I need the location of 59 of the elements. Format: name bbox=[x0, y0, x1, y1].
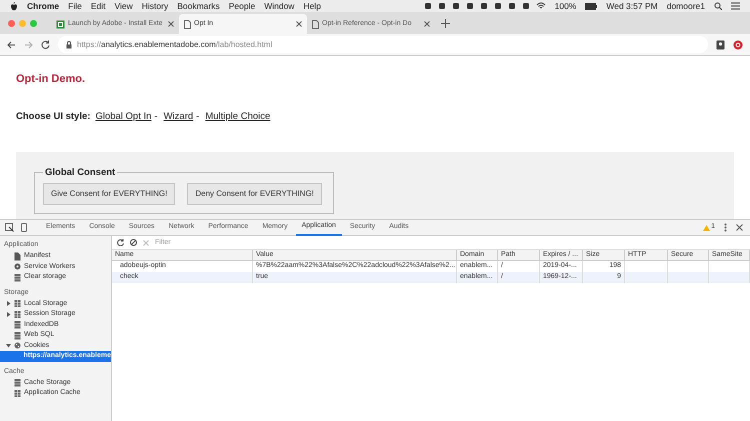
address-field[interactable]: https://analytics.enablementadobe.com/lab/hosted.html bbox=[58, 36, 708, 53]
wifi-icon bbox=[536, 2, 546, 10]
delete-icon bbox=[143, 240, 149, 246]
reload-icon bbox=[41, 40, 50, 49]
close-icon bbox=[168, 21, 174, 27]
forward-arrow-icon bbox=[24, 40, 33, 48]
gear-icon bbox=[14, 262, 21, 272]
close-icon bbox=[424, 21, 430, 27]
clock: Wed 3:57 PM bbox=[606, 0, 658, 12]
table-icon bbox=[14, 388, 21, 398]
consent-button[interactable]: Deny Consent for EVERYTHING! bbox=[187, 183, 322, 205]
warning-icon bbox=[703, 224, 710, 230]
inspect-icon bbox=[5, 223, 14, 232]
ui-style-link[interactable]: Global Opt In bbox=[95, 110, 152, 124]
database-icon bbox=[14, 272, 21, 282]
close-icon bbox=[736, 224, 743, 231]
refresh-icon bbox=[117, 239, 124, 246]
back-arrow-icon bbox=[7, 40, 16, 48]
page-heading: Opt-in Demo. bbox=[16, 72, 86, 87]
extension-icon bbox=[733, 40, 743, 50]
ui-style-label: Choose UI style: bbox=[16, 110, 90, 124]
menu-item[interactable]: View bbox=[114, 0, 133, 12]
file-icon bbox=[14, 252, 21, 261]
profile-icon bbox=[716, 40, 725, 50]
apple-logo-icon bbox=[10, 2, 18, 10]
consent-button[interactable]: Give Consent for EVERYTHING! bbox=[43, 183, 176, 205]
ui-style-link[interactable]: Wizard bbox=[164, 110, 194, 124]
expanded-triangle-icon bbox=[6, 343, 11, 348]
menu-item[interactable]: Window bbox=[264, 0, 294, 12]
battery-icon bbox=[585, 2, 598, 10]
table-cell bbox=[709, 272, 750, 283]
lock-icon bbox=[66, 40, 72, 48]
close-icon bbox=[296, 21, 302, 27]
app-menu[interactable]: Chrome bbox=[27, 0, 60, 12]
user-name[interactable]: domoore1 bbox=[666, 0, 705, 12]
table-cell bbox=[668, 272, 709, 283]
link-separator: - bbox=[154, 110, 158, 124]
table-cell bbox=[625, 272, 668, 283]
url-text: https://analytics.enablementadobe.com/lab/hosted.html bbox=[77, 38, 272, 50]
menu-item[interactable]: Bookmarks bbox=[177, 0, 220, 12]
menu-item[interactable]: People bbox=[228, 0, 256, 12]
clear-icon bbox=[130, 239, 137, 246]
page-icon bbox=[184, 20, 191, 28]
search-icon bbox=[714, 2, 722, 10]
ui-style-link[interactable]: Multiple Choice bbox=[205, 110, 270, 124]
fieldset-legend: Global Consent bbox=[43, 166, 118, 180]
favicon-icon bbox=[56, 20, 65, 28]
menu-item[interactable]: History bbox=[142, 0, 168, 12]
more-options-icon bbox=[724, 223, 727, 232]
menu-item[interactable]: File bbox=[68, 0, 82, 12]
new-tab-icon bbox=[441, 18, 450, 28]
battery-percentage: 100% bbox=[554, 0, 576, 12]
menu-icon bbox=[731, 2, 740, 10]
link-separator: - bbox=[196, 110, 200, 124]
device-icon bbox=[20, 223, 28, 232]
menu-item[interactable]: Help bbox=[303, 0, 321, 12]
page-icon bbox=[312, 20, 319, 28]
database-icon bbox=[14, 378, 21, 388]
menu-item[interactable]: Edit bbox=[90, 0, 106, 12]
